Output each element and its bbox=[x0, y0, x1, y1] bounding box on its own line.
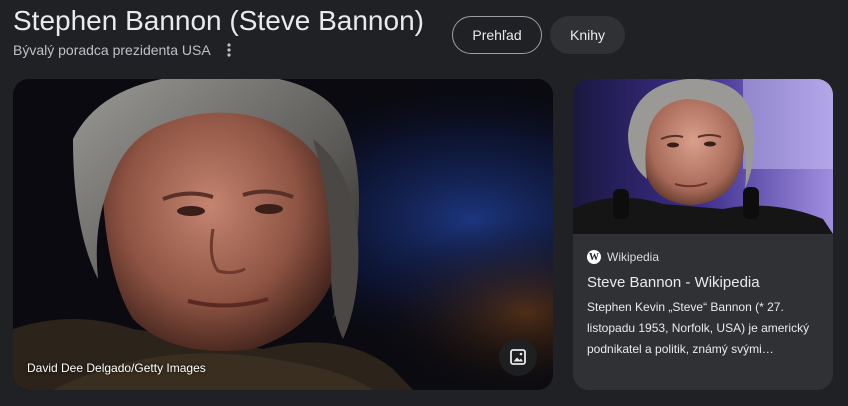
subtitle-row: Bývalý poradca prezidenta USA bbox=[13, 40, 235, 60]
source-name: Wikipedia bbox=[607, 250, 660, 264]
image-view-button[interactable] bbox=[499, 338, 537, 376]
more-vertical-icon[interactable] bbox=[223, 41, 235, 59]
wikipedia-snippet: Stephen Kevin „Steve“ Bannon (* 27. list… bbox=[587, 300, 810, 356]
tab-overview[interactable]: Prehľad bbox=[452, 16, 542, 54]
wikipedia-source: W Wikipedia bbox=[587, 249, 659, 265]
main-image[interactable]: David Dee Delgado/Getty Images bbox=[13, 79, 553, 390]
wikipedia-card[interactable]: W Wikipedia Steve Bannon - Wikipedia Ste… bbox=[573, 79, 833, 390]
entity-title: Stephen Bannon (Steve Bannon) bbox=[13, 5, 424, 36]
image-icon bbox=[510, 349, 526, 365]
entity-subtitle: Bývalý poradca prezidenta USA bbox=[13, 42, 211, 58]
tab-books[interactable]: Knihy bbox=[550, 16, 625, 54]
knowledge-panel: Stephen Bannon (Steve Bannon) Bývalý por… bbox=[0, 0, 848, 406]
wikipedia-title-link[interactable]: Steve Bannon - Wikipedia bbox=[587, 274, 823, 291]
wikipedia-logo-icon: W bbox=[587, 250, 601, 264]
photo-credit: David Dee Delgado/Getty Images bbox=[27, 361, 206, 375]
wikipedia-thumbnail bbox=[573, 79, 833, 234]
portrait-photo bbox=[13, 79, 553, 390]
